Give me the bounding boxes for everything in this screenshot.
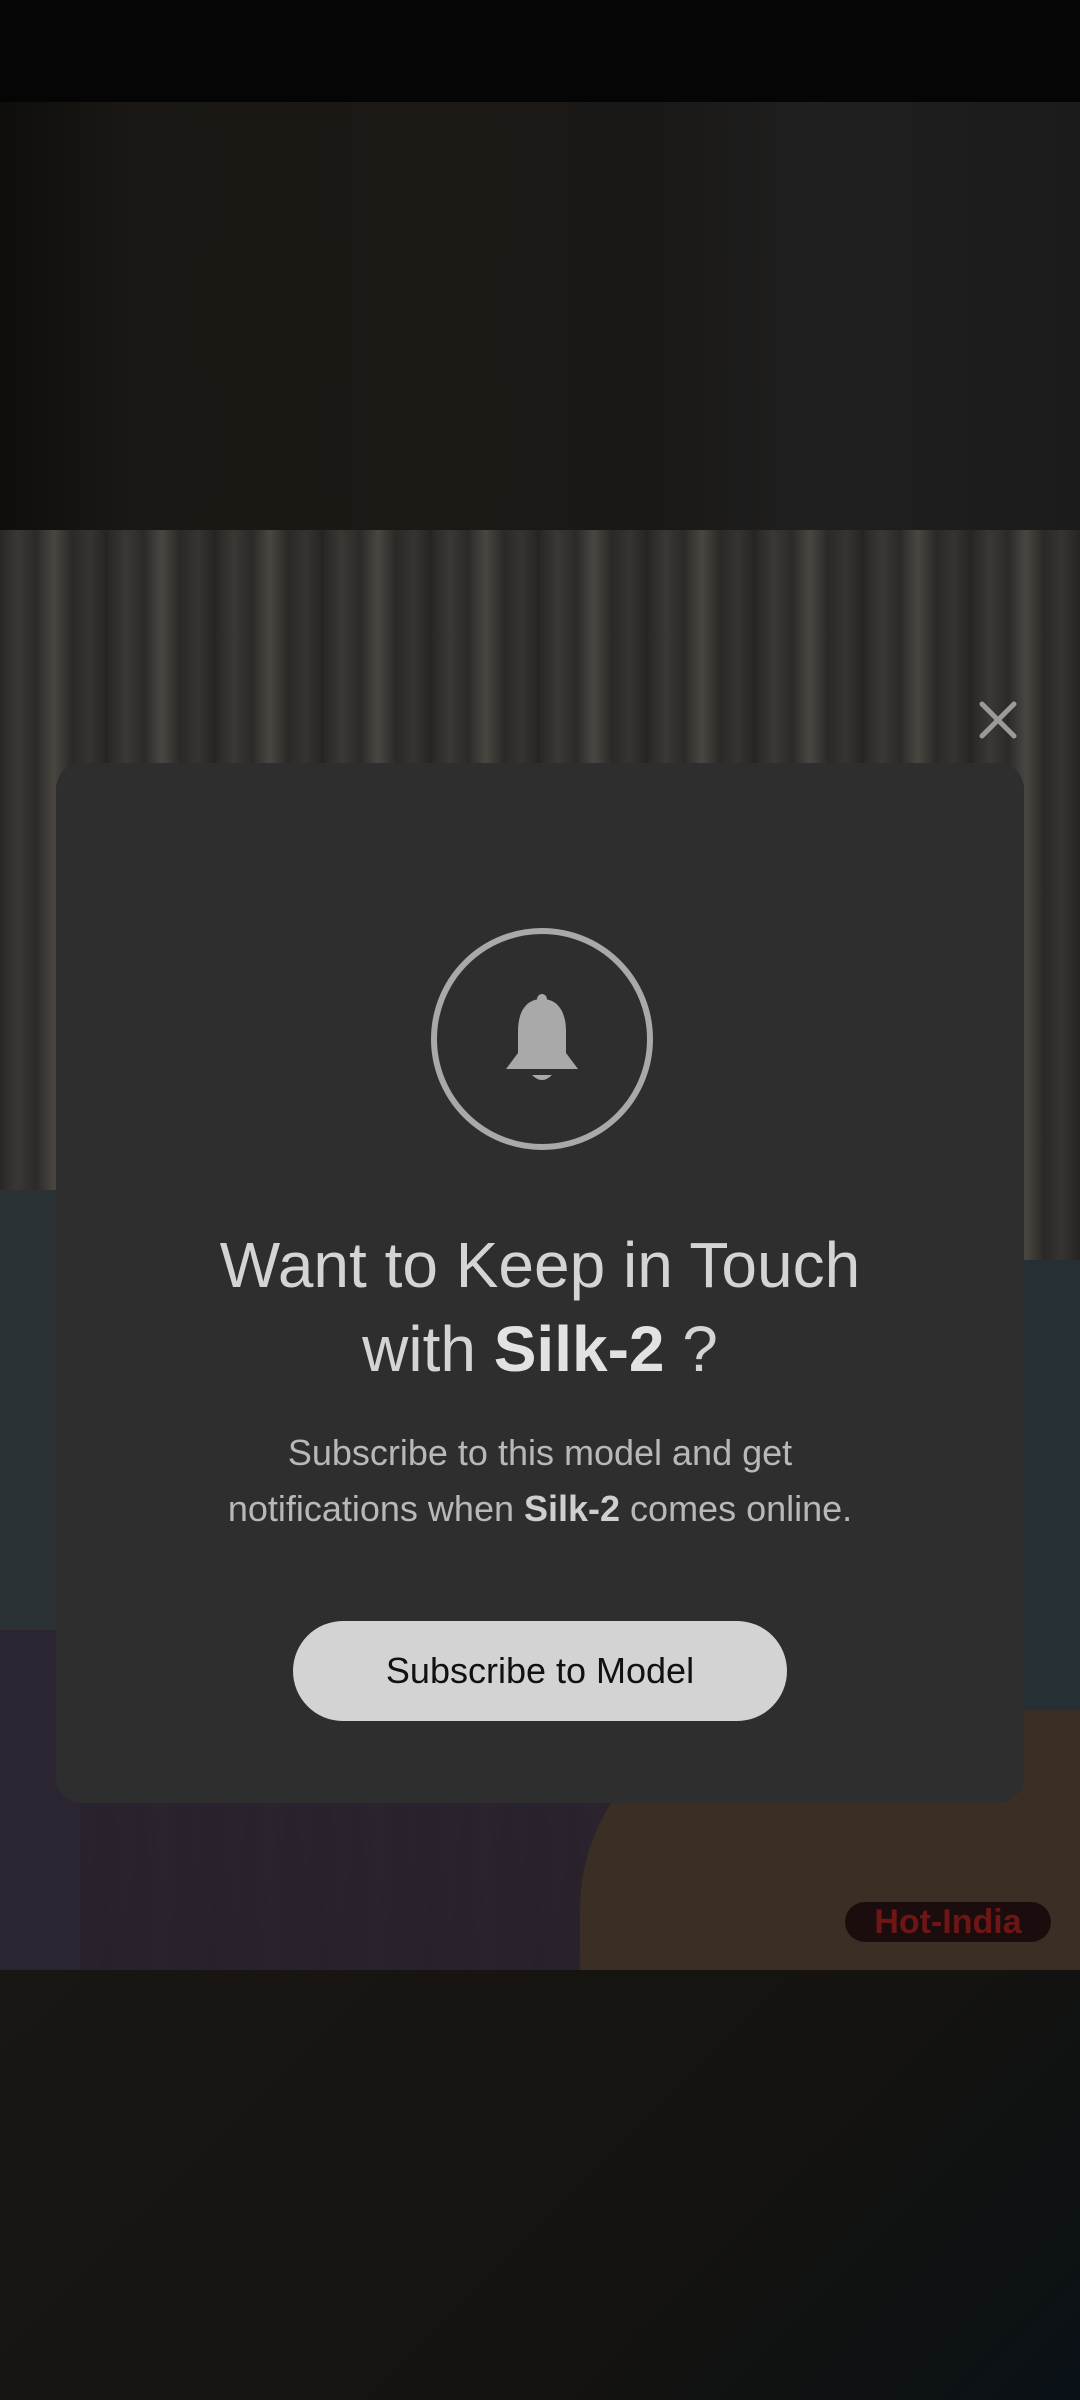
close-button[interactable] [970,692,1026,748]
title-prefix: with [362,1313,494,1385]
subscribe-dialog: Want to Keep in Touch with Silk-2 ? Subs… [56,763,1024,1803]
title-suffix: ? [664,1313,718,1385]
dialog-title-line1: Want to Keep in Touch [219,1229,861,1301]
video-background-top [0,102,1080,530]
dialog-subtitle: Subscribe to this model and get notifica… [126,1425,954,1537]
subtitle-post: comes online. [620,1488,853,1529]
dialog-title: Want to Keep in Touch with Silk-2 ? [96,1223,984,1391]
dialog-title-line2: with Silk-2 ? [96,1307,984,1391]
video-background-bottom [0,1970,1080,2400]
subscribe-button[interactable]: Subscribe to Model [293,1621,787,1721]
bell-icon [506,994,578,1080]
subtitle-model-name: Silk-2 [524,1488,621,1529]
subtitle-line1: Subscribe to this model and get [287,1432,793,1473]
stream-watermark: Hot-India [845,1902,1051,1942]
close-icon [979,701,1017,739]
subtitle-pre: notifications when [227,1488,524,1529]
model-name: Silk-2 [493,1313,665,1385]
status-bar [0,0,1080,102]
subtitle-line2: notifications when Silk-2 comes online. [126,1481,954,1537]
bell-badge [431,928,653,1150]
